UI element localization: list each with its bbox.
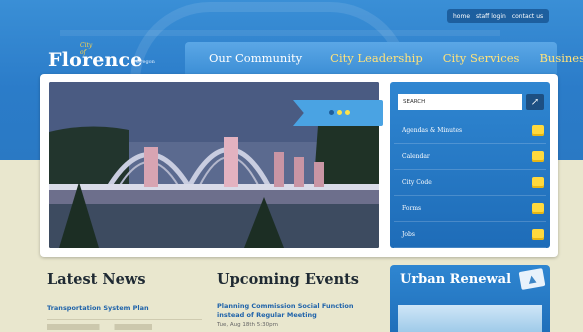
- contact-us-link[interactable]: contact us: [512, 13, 543, 20]
- sidebar-item-label: Agendas & Minutes: [402, 127, 463, 134]
- slide-dot[interactable]: [345, 109, 350, 115]
- urban-renewal-heading: Urban Renewal: [400, 272, 512, 287]
- nav-city-leadership[interactable]: City Leadership: [320, 51, 433, 65]
- news-divider: [47, 319, 202, 320]
- slide-dot-active[interactable]: [337, 109, 342, 115]
- document-icon: [532, 125, 544, 136]
- nav-business[interactable]: Business: [529, 51, 583, 65]
- sidebar-item-jobs[interactable]: Jobs: [394, 222, 546, 248]
- sidebar-item-label: Calendar: [402, 153, 430, 160]
- utility-nav: home staff login contact us: [447, 9, 550, 23]
- sidebar-item-label: Forms: [402, 205, 422, 212]
- latest-news-heading: Latest News: [47, 271, 146, 288]
- home-link[interactable]: home: [453, 13, 470, 20]
- sidebar-item-label: City Code: [402, 179, 432, 186]
- slide-dot[interactable]: [329, 109, 334, 115]
- nav-city-services[interactable]: City Services: [433, 51, 530, 65]
- urban-renewal-image: [398, 305, 542, 332]
- slideshow-dots: [329, 103, 353, 121]
- event-item-link[interactable]: Planning Commission Social Function inst…: [217, 302, 377, 320]
- sidebar-item-label: Jobs: [402, 231, 415, 238]
- event-date: Tue, Aug 18th 5:30pm: [217, 322, 278, 328]
- staff-login-link[interactable]: staff login: [476, 13, 506, 20]
- sidebar-item-forms[interactable]: Forms: [394, 196, 546, 222]
- logo-state: Oregon: [136, 59, 155, 65]
- news-item-link[interactable]: Transportation System Plan: [47, 304, 197, 313]
- sidebar-item-city-code[interactable]: City Code: [394, 170, 546, 196]
- main-nav: Our Community City Leadership City Servi…: [185, 42, 583, 74]
- quick-links-list: Agendas & Minutes Calendar City Code For…: [394, 118, 546, 248]
- form-icon: [532, 203, 544, 214]
- search-button[interactable]: ↗: [526, 94, 544, 110]
- arrow-icon: ↗: [530, 96, 540, 108]
- news-item-placeholder: [47, 324, 197, 330]
- sidebar-item-agendas-minutes[interactable]: Agendas & Minutes: [394, 118, 546, 144]
- search-input[interactable]: [398, 94, 522, 110]
- calendar-icon: [532, 151, 544, 162]
- logo-name: Florence: [48, 49, 143, 71]
- sidebar-item-calendar[interactable]: Calendar: [394, 144, 546, 170]
- nav-our-community[interactable]: Our Community: [185, 51, 320, 65]
- book-icon: [532, 177, 544, 188]
- upcoming-events-heading: Upcoming Events: [217, 271, 359, 288]
- briefcase-icon: [532, 229, 544, 240]
